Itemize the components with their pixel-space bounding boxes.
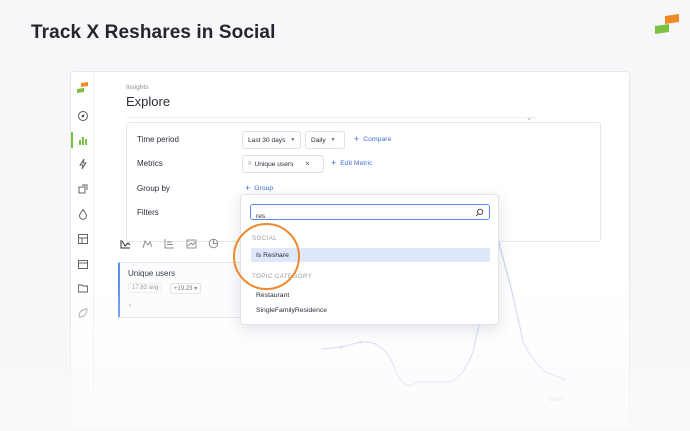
caret-down-icon: ▼	[290, 137, 296, 143]
drag-handle-icon[interactable]: ≡	[248, 161, 251, 167]
metric-card-avg: 17.63 avg	[128, 283, 163, 293]
bar-chart-icon[interactable]	[162, 236, 176, 250]
data-point	[359, 340, 363, 344]
explore-title: Explore	[126, 94, 171, 109]
search-input[interactable]	[251, 209, 461, 224]
add-group-button[interactable]: + Group	[245, 184, 273, 193]
time-period-label: Time period	[137, 135, 179, 144]
option-restaurant[interactable]: Restaurant	[251, 288, 490, 302]
bar-chart-icon[interactable]	[77, 134, 89, 146]
page-title: Track X Reshares in Social	[31, 22, 276, 43]
edit-metric-label: Edit Metric	[340, 160, 373, 167]
x-tick-label: Oct 23	[549, 397, 564, 403]
plus-icon: +	[331, 158, 337, 168]
metric-chip[interactable]: ≡ Unique users ×	[242, 155, 324, 173]
header-divider	[126, 117, 536, 118]
sidebar-active-indicator	[71, 132, 73, 148]
compare-button[interactable]: + Compare	[354, 135, 391, 144]
brand-logo	[655, 14, 679, 34]
breadcrumb[interactable]: Insights	[126, 84, 148, 91]
search-icon[interactable]	[475, 208, 484, 217]
edit-metric-button[interactable]: + Edit Metric	[331, 159, 372, 168]
plus-icon: +	[245, 183, 251, 193]
stacked-chart-icon[interactable]	[184, 236, 198, 250]
time-range-select[interactable]: Last 30 days ▼	[242, 131, 301, 149]
pie-chart-icon[interactable]	[206, 236, 220, 250]
close-icon[interactable]: ×	[305, 161, 309, 168]
caret-down-icon: ▼	[330, 137, 336, 143]
filters-label: Filters	[137, 208, 159, 217]
option-single-family-residence[interactable]: SingleFamilyResidence	[251, 303, 490, 317]
calendar-icon[interactable]	[77, 258, 89, 270]
app-logo-icon[interactable]	[76, 82, 89, 94]
compare-label: Compare	[363, 136, 392, 143]
granularity-select[interactable]: Daily ▼	[305, 131, 345, 149]
leaf-icon[interactable]	[77, 307, 89, 319]
metric-card-title: Unique users	[128, 269, 176, 278]
sparkline-icon: ↯	[128, 303, 133, 309]
highlight-ring	[233, 223, 300, 290]
layout-icon[interactable]	[77, 233, 89, 245]
metric-card[interactable]: Unique users 17.63 avg +19.23 ▾ ↯	[118, 262, 243, 318]
granularity-value: Daily	[311, 136, 326, 144]
share-icon[interactable]	[77, 183, 89, 195]
drop-icon[interactable]	[77, 208, 89, 220]
group-by-label: Group by	[137, 184, 170, 193]
compass-icon[interactable]	[77, 110, 89, 122]
chevron-down-icon[interactable]: ⌄	[526, 114, 532, 122]
data-point	[339, 345, 343, 349]
sidebar	[71, 72, 94, 430]
folder-icon[interactable]	[77, 282, 89, 294]
metric-chip-label: Unique users	[254, 160, 294, 168]
add-group-label: Group	[254, 185, 274, 192]
lightning-icon[interactable]	[77, 158, 89, 170]
time-range-value: Last 30 days	[248, 136, 286, 144]
metric-card-delta[interactable]: +19.23 ▾	[170, 283, 202, 294]
plus-icon: +	[354, 134, 360, 144]
metric-card-delta-value: +19.23	[174, 286, 193, 292]
dropdown-search[interactable]	[250, 204, 490, 224]
caret-down-icon: ▾	[194, 286, 198, 292]
chart-type-toolbar	[118, 233, 220, 253]
area-chart-icon[interactable]	[140, 236, 154, 250]
metrics-label: Metrics	[137, 159, 163, 168]
line-chart-icon[interactable]	[118, 236, 132, 250]
